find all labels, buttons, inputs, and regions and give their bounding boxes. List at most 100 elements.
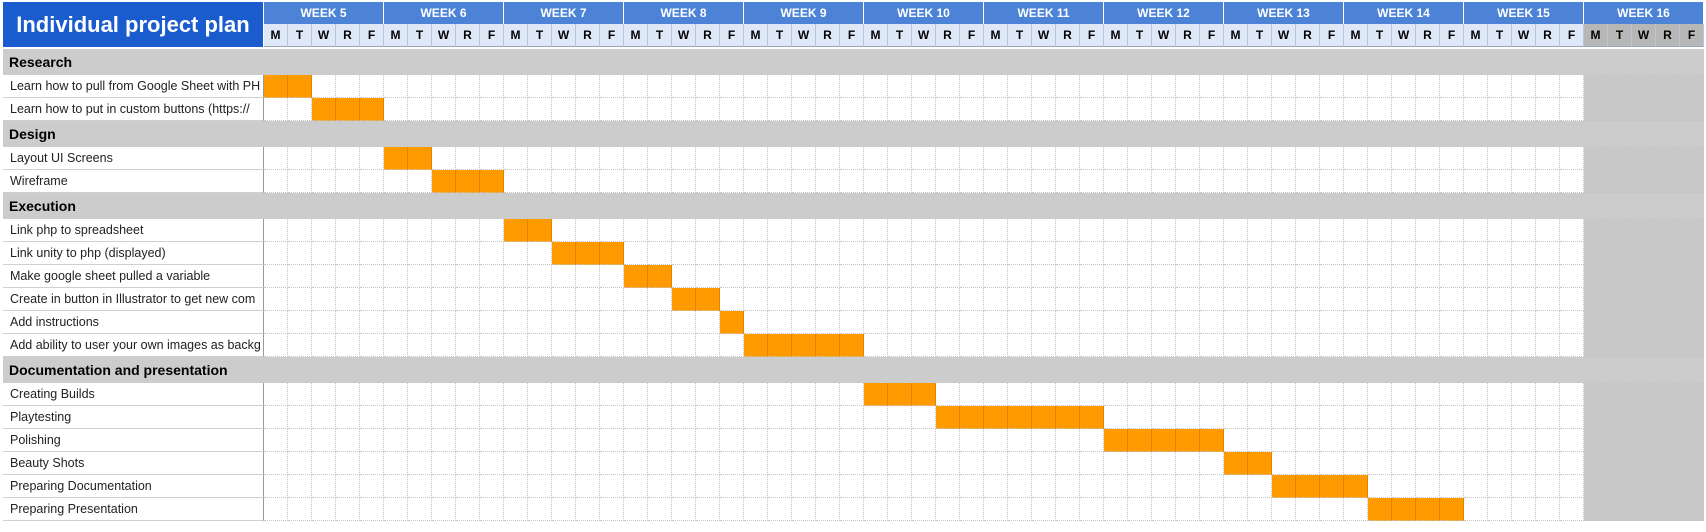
grid-cell[interactable] [912,75,936,98]
grid-cell[interactable] [1488,242,1512,265]
grid-cell[interactable] [1488,75,1512,98]
grid-cell[interactable] [456,265,480,288]
grid-cell[interactable] [1008,475,1032,498]
grid-cell[interactable] [480,311,504,334]
grid-cell[interactable] [480,219,504,242]
grid-cell[interactable] [1560,429,1584,452]
grid-cell[interactable] [1248,498,1272,521]
grid-cell[interactable] [1560,219,1584,242]
task-name[interactable]: Learn how to pull from Google Sheet with… [3,75,264,98]
grid-cell[interactable] [1536,429,1560,452]
grid-cell[interactable] [912,265,936,288]
grid-cell[interactable] [1488,498,1512,521]
grid-cell[interactable] [744,219,768,242]
grid-cell[interactable] [1512,265,1536,288]
week-header[interactable]: WEEK 9 [744,2,864,24]
grid-cell[interactable] [1344,242,1368,265]
grid-cell[interactable] [1224,288,1248,311]
grid-cell[interactable] [456,383,480,406]
grid-cell[interactable] [1656,334,1680,357]
grid-cell[interactable] [1224,75,1248,98]
task-bar-cell[interactable] [480,170,504,193]
grid-cell[interactable] [432,147,456,170]
task-name[interactable]: Polishing [3,429,264,452]
task-bar-cell[interactable] [888,383,912,406]
grid-cell[interactable] [432,311,456,334]
grid-cell[interactable] [1440,406,1464,429]
grid-cell[interactable] [480,98,504,121]
week-header[interactable]: WEEK 5 [264,2,384,24]
grid-cell[interactable] [744,242,768,265]
grid-cell[interactable] [1344,406,1368,429]
grid-cell[interactable] [1296,147,1320,170]
grid-cell[interactable] [888,242,912,265]
grid-cell[interactable] [480,452,504,475]
grid-cell[interactable] [1536,311,1560,334]
grid-cell[interactable] [1584,406,1608,429]
grid-cell[interactable] [1128,75,1152,98]
grid-cell[interactable] [696,429,720,452]
task-name[interactable]: Link unity to php (displayed) [3,242,264,265]
grid-cell[interactable] [1032,452,1056,475]
grid-cell[interactable] [1536,98,1560,121]
grid-cell[interactable] [984,498,1008,521]
grid-cell[interactable] [1608,475,1632,498]
task-name[interactable]: Preparing Documentation [3,475,264,498]
grid-cell[interactable] [576,170,600,193]
grid-cell[interactable] [1080,265,1104,288]
grid-cell[interactable] [696,219,720,242]
grid-cell[interactable] [360,429,384,452]
grid-cell[interactable] [720,242,744,265]
grid-cell[interactable] [1080,242,1104,265]
grid-cell[interactable] [1272,429,1296,452]
grid-cell[interactable] [336,219,360,242]
grid-cell[interactable] [1608,288,1632,311]
grid-cell[interactable] [1656,406,1680,429]
grid-cell[interactable] [1680,429,1704,452]
grid-cell[interactable] [672,98,696,121]
day-header[interactable]: W [1512,24,1536,47]
grid-cell[interactable] [336,170,360,193]
grid-cell[interactable] [288,242,312,265]
grid-cell[interactable] [1392,75,1416,98]
grid-cell[interactable] [864,334,888,357]
grid-cell[interactable] [1392,265,1416,288]
day-header[interactable]: W [1032,24,1056,47]
day-header[interactable]: W [912,24,936,47]
day-header[interactable]: R [1536,24,1560,47]
grid-cell[interactable] [1416,170,1440,193]
day-header[interactable]: T [888,24,912,47]
grid-cell[interactable] [528,311,552,334]
grid-cell[interactable] [1224,147,1248,170]
grid-cell[interactable] [1152,498,1176,521]
grid-cell[interactable] [1584,311,1608,334]
grid-cell[interactable] [960,75,984,98]
grid-cell[interactable] [384,170,408,193]
grid-cell[interactable] [1560,311,1584,334]
grid-cell[interactable] [1008,98,1032,121]
grid-cell[interactable] [456,242,480,265]
grid-cell[interactable] [984,475,1008,498]
grid-cell[interactable] [672,406,696,429]
grid-cell[interactable] [984,265,1008,288]
grid-cell[interactable] [696,75,720,98]
grid-cell[interactable] [1296,452,1320,475]
grid-cell[interactable] [1632,288,1656,311]
grid-cell[interactable] [1104,288,1128,311]
task-name[interactable]: Preparing Presentation [3,498,264,521]
grid-cell[interactable] [1464,334,1488,357]
grid-cell[interactable] [1608,75,1632,98]
grid-cell[interactable] [672,334,696,357]
grid-cell[interactable] [360,452,384,475]
grid-cell[interactable] [1320,147,1344,170]
grid-cell[interactable] [1152,288,1176,311]
grid-cell[interactable] [672,265,696,288]
grid-cell[interactable] [936,383,960,406]
grid-cell[interactable] [1104,452,1128,475]
task-bar-cell[interactable] [1224,452,1248,475]
grid-cell[interactable] [1128,498,1152,521]
week-header[interactable]: WEEK 12 [1104,2,1224,24]
grid-cell[interactable] [1368,219,1392,242]
grid-cell[interactable] [1152,242,1176,265]
grid-cell[interactable] [408,170,432,193]
